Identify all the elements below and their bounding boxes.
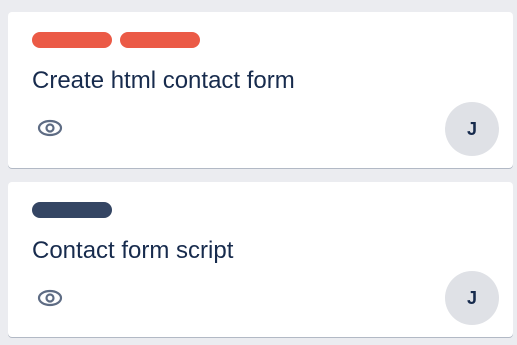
card-labels [32,32,489,48]
member-avatar[interactable]: J [445,271,499,325]
label-navy[interactable] [32,202,112,218]
card-title: Create html contact form [32,67,295,94]
card-create-html-contact-form[interactable]: Create html contact form J [8,12,513,168]
card-labels [32,202,489,218]
card-title: Contact form script [32,237,234,264]
member-avatar[interactable]: J [445,102,499,156]
eye-icon [37,289,63,307]
eye-icon [37,119,63,137]
card-contact-form-script[interactable]: Contact form script J [8,182,513,337]
label-red[interactable] [32,32,112,48]
card-badges [36,118,64,138]
label-red[interactable] [120,32,200,48]
card-list: Create html contact form J Contact form … [8,12,513,337]
card-badges [36,288,64,308]
